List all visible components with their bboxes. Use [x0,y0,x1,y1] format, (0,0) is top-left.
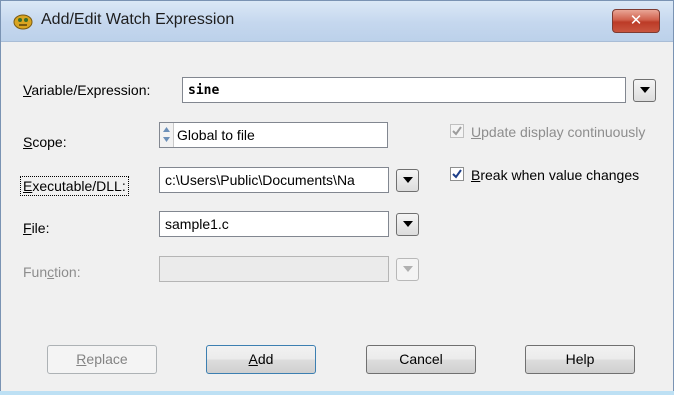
file-label: File: [23,220,50,236]
update-display-label: Update display continuously [471,124,646,140]
update-display-checkbox[interactable] [450,124,464,138]
executable-dll-label: Executable/DLL: [20,176,129,196]
replace-button[interactable]: Replace [47,345,157,374]
title-bar: Add/Edit Watch Expression ✕ [1,1,673,42]
variable-expression-input[interactable]: sine [182,77,626,103]
function-input[interactable] [159,256,389,282]
spin-arrows-icon [163,127,170,142]
window-bottom-edge [0,391,674,395]
executable-dropdown-button[interactable] [396,169,419,192]
close-icon: ✕ [629,11,643,29]
chevron-down-icon [403,177,413,183]
close-button[interactable]: ✕ [612,9,660,33]
scope-spinner[interactable] [160,123,174,147]
variable-expression-label: Variable/Expression: [23,82,151,98]
scope-field[interactable]: Global to file [159,122,388,148]
scope-label: Scope: [23,134,67,150]
file-input[interactable]: sample1.c [159,211,389,237]
function-label: Function: [23,264,81,280]
cvi-app-icon [13,14,33,30]
chevron-down-icon [403,266,413,272]
function-dropdown-button[interactable] [396,258,419,281]
checkmark-icon [452,169,462,179]
scope-value: Global to file [177,127,255,143]
window-title: Add/Edit Watch Expression [41,11,235,28]
help-button[interactable]: Help [525,345,635,374]
dialog-content: Variable/Expression: sine Scope: Global … [9,42,665,386]
break-on-change-label: Break when value changes [471,167,640,183]
executable-dll-input[interactable]: c:\Users\Public\Documents\Na [159,167,389,193]
variable-dropdown-button[interactable] [633,79,656,102]
watch-expression-dialog: Add/Edit Watch Expression ✕ Variable/Exp… [0,0,674,395]
file-dropdown-button[interactable] [396,213,419,236]
checkmark-icon [452,126,462,136]
break-on-change-checkbox[interactable] [450,167,464,181]
cancel-button[interactable]: Cancel [366,345,476,374]
chevron-down-icon [640,87,650,93]
chevron-down-icon [403,221,413,227]
add-button[interactable]: Add [206,345,316,374]
